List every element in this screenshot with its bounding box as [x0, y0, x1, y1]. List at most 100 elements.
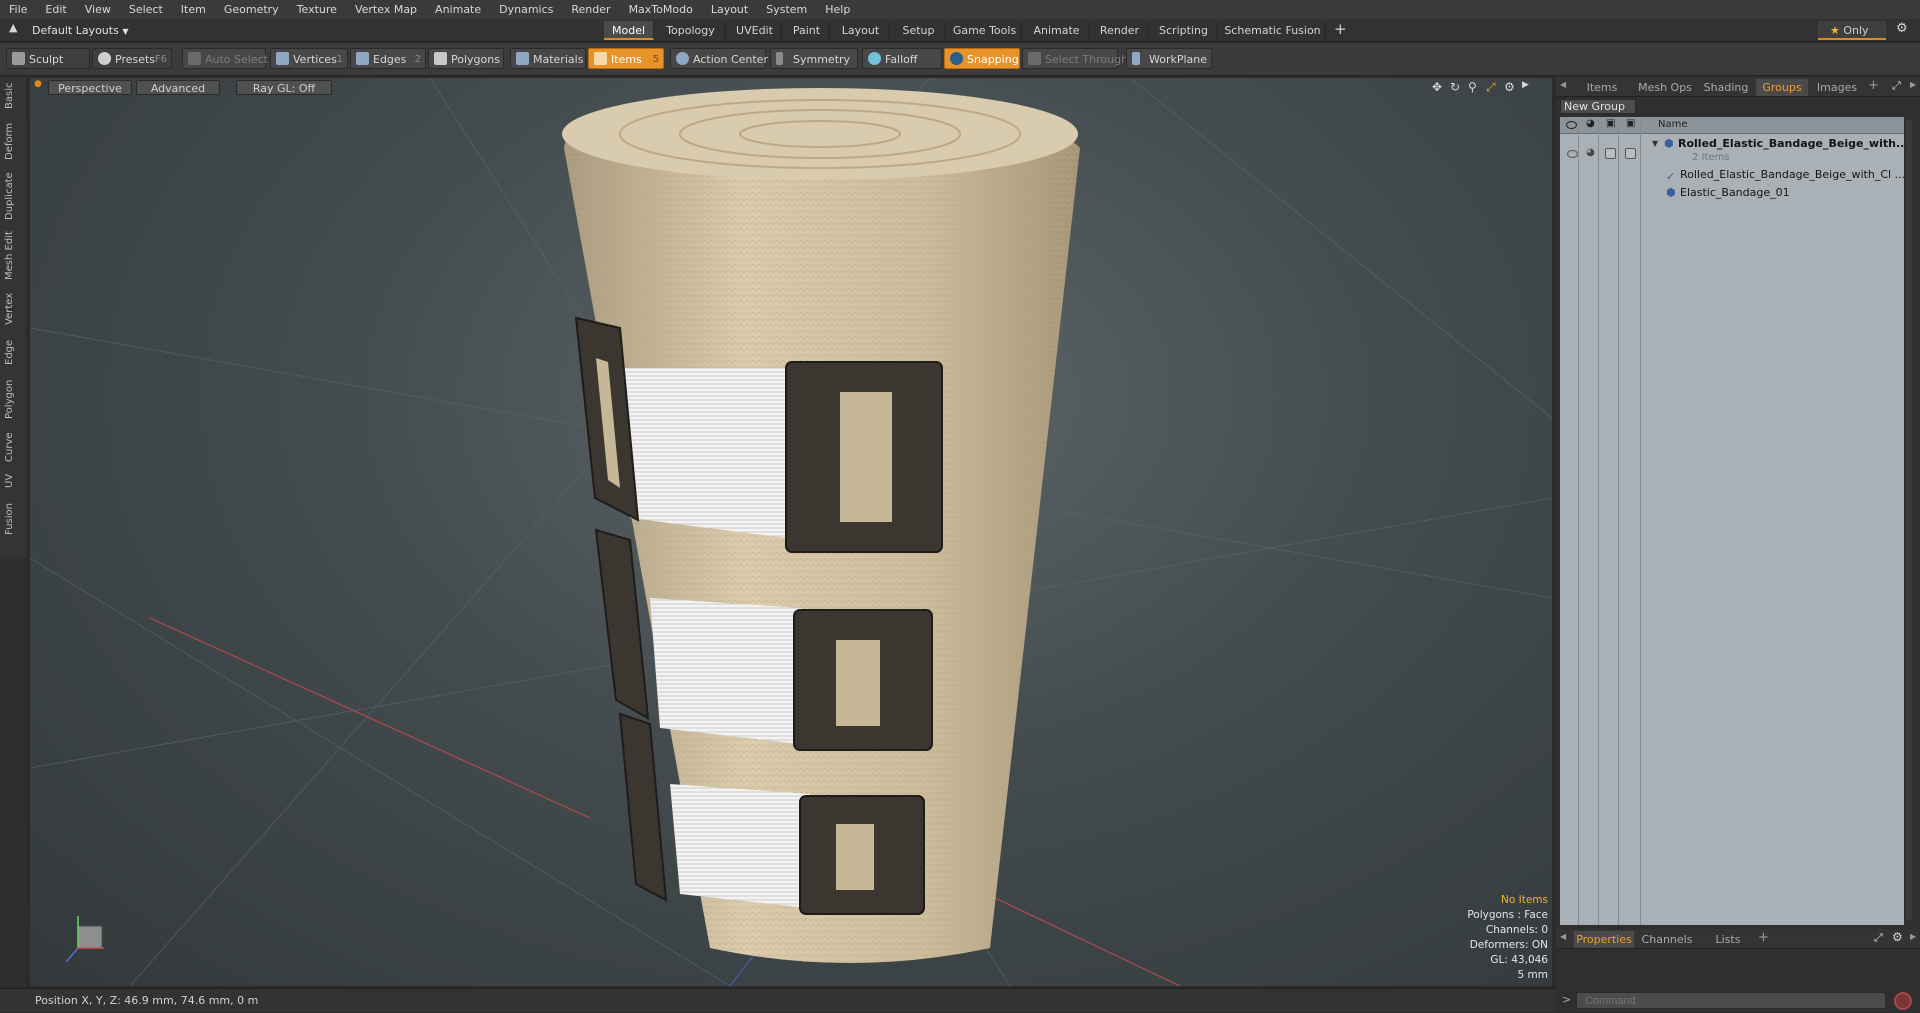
visibility-column-icon[interactable]	[1566, 121, 1577, 129]
tab-uv[interactable]: UV	[4, 471, 20, 491]
panel-menu-icon[interactable]: ◀	[1560, 80, 1566, 89]
menu-view[interactable]: View	[76, 0, 120, 19]
menu-select[interactable]: Select	[120, 0, 172, 19]
expand-icon[interactable]: ⤢	[1874, 931, 1883, 945]
tab-layout[interactable]: Layout	[832, 21, 890, 40]
expand-icon[interactable]: ⤢	[1892, 79, 1901, 93]
collapse-triangle-icon[interactable]: ▼	[1652, 139, 1658, 148]
tab-mesh-edit[interactable]: Mesh Edit	[4, 231, 20, 281]
menu-maxtomodo[interactable]: MaxToModo	[620, 0, 702, 19]
record-icon[interactable]	[1894, 992, 1912, 1010]
select-through-button[interactable]: Select Through	[1022, 48, 1128, 69]
group-row[interactable]: ◕ ▼ ⬢ Rolled_Elastic_Bandage_Beige_with.…	[1560, 136, 1908, 192]
gear-icon[interactable]: ⚙	[1896, 21, 1908, 36]
vertices-button[interactable]: Vertices 1	[270, 48, 348, 69]
tab-game-tools[interactable]: Game Tools	[948, 21, 1022, 40]
menu-help[interactable]: Help	[816, 0, 859, 19]
command-input[interactable]	[1576, 992, 1886, 1009]
menu-item[interactable]: Item	[172, 0, 215, 19]
edges-button[interactable]: Edges 2	[350, 48, 426, 69]
action-center-button[interactable]: Action Center	[670, 48, 768, 69]
tab-shading[interactable]: Shading	[1698, 79, 1754, 96]
tab-paint[interactable]: Paint	[784, 21, 830, 40]
sculpt-button[interactable]: Sculpt	[6, 48, 90, 69]
tab-uvedit[interactable]: UVEdit	[728, 21, 782, 40]
tab-polygon[interactable]: Polygon	[4, 377, 20, 421]
child-item-2[interactable]: Elastic_Bandage_01	[1680, 186, 1790, 199]
tab-basic[interactable]: Basic	[4, 81, 20, 111]
symmetry-button[interactable]: Symmetry	[770, 48, 858, 69]
visibility-eye-icon[interactable]	[1567, 150, 1578, 158]
fit-view-icon[interactable]: ⤢	[1486, 80, 1496, 95]
auto-select-button[interactable]: Auto Select	[182, 48, 268, 69]
viewport-gear-icon[interactable]: ⚙	[1504, 80, 1515, 94]
add-tab-icon[interactable]: +	[1758, 930, 1769, 945]
render-toggle-icon[interactable]: ◕	[1586, 147, 1595, 158]
tab-groups[interactable]: Groups	[1756, 79, 1808, 96]
tab-render[interactable]: Render	[1092, 21, 1148, 40]
menu-texture[interactable]: Texture	[288, 0, 346, 19]
group-name[interactable]: Rolled_Elastic_Bandage_Beige_with...	[1678, 137, 1908, 150]
tab-channels[interactable]: Channels	[1636, 931, 1698, 948]
collapse-icon[interactable]: ▲	[9, 21, 17, 34]
tab-edge[interactable]: Edge	[4, 337, 20, 367]
tab-mesh-ops[interactable]: Mesh Ops	[1634, 79, 1696, 96]
lock-checkbox[interactable]	[1605, 148, 1616, 159]
snapping-button[interactable]: Snapping	[944, 48, 1020, 69]
tab-topology[interactable]: Topology	[656, 21, 726, 40]
tab-deform[interactable]: Deform	[4, 121, 20, 161]
tab-vertex[interactable]: Vertex	[4, 291, 20, 327]
groups-tree[interactable]	[1560, 117, 1904, 925]
add-tab-icon[interactable]: +	[1334, 20, 1347, 38]
lock-column-icon[interactable]: ▣	[1606, 118, 1615, 129]
child-item-1[interactable]: Rolled_Elastic_Bandage_Beige_with_Cl ...	[1680, 168, 1905, 181]
tab-properties[interactable]: Properties	[1574, 931, 1634, 948]
menu-system[interactable]: System	[757, 0, 816, 19]
menu-animate[interactable]: Animate	[426, 0, 490, 19]
falloff-button[interactable]: Falloff	[862, 48, 942, 69]
menu-render[interactable]: Render	[562, 0, 619, 19]
select-column-icon[interactable]: ▣	[1626, 118, 1635, 129]
rotate-view-icon[interactable]: ↻	[1450, 80, 1460, 94]
3d-viewport[interactable]	[30, 78, 1552, 986]
move-view-icon[interactable]: ✥	[1432, 80, 1442, 94]
polygons-button[interactable]: Polygons	[428, 48, 504, 69]
view-perspective-button[interactable]: Perspective	[48, 80, 132, 95]
only-toggle[interactable]: ★ Only	[1818, 21, 1886, 40]
child-row[interactable]: ⬢ Elastic_Bandage_01	[1560, 186, 1904, 202]
tree-scrollbar[interactable]	[1906, 120, 1912, 920]
menu-geometry[interactable]: Geometry	[215, 0, 288, 19]
viewport-more-icon[interactable]: ▶	[1522, 80, 1529, 90]
tab-setup[interactable]: Setup	[892, 21, 946, 40]
add-tab-icon[interactable]: +	[1868, 78, 1879, 93]
tab-animate[interactable]: Animate	[1024, 21, 1090, 40]
tab-scripting[interactable]: Scripting	[1150, 21, 1218, 40]
tab-images[interactable]: Images	[1810, 79, 1864, 96]
layout-selector[interactable]: Default Layouts ▼	[32, 22, 132, 39]
tab-items[interactable]: Items	[1572, 79, 1632, 96]
tab-model[interactable]: Model	[604, 21, 654, 40]
tab-fusion[interactable]: Fusion	[4, 501, 20, 537]
menu-file[interactable]: File	[0, 0, 36, 19]
presets-button[interactable]: Presets F6	[92, 48, 172, 69]
panel-menu-icon[interactable]: ◀	[1560, 932, 1566, 941]
panel-more-icon[interactable]: ▶	[1910, 932, 1916, 941]
materials-button[interactable]: Materials	[510, 48, 586, 69]
items-button[interactable]: Items 5	[588, 48, 664, 69]
shading-advanced-button[interactable]: Advanced	[136, 80, 220, 95]
tab-duplicate[interactable]: Duplicate	[4, 171, 20, 221]
properties-gear-icon[interactable]: ⚙	[1892, 930, 1903, 944]
tab-lists[interactable]: Lists	[1700, 931, 1756, 948]
name-column-header[interactable]: Name	[1658, 119, 1688, 130]
menu-layout[interactable]: Layout	[702, 0, 757, 19]
workplane-button[interactable]: WorkPlane	[1126, 48, 1212, 69]
zoom-icon[interactable]: ⚲	[1468, 80, 1477, 94]
menu-edit[interactable]: Edit	[36, 0, 75, 19]
menu-vertex-map[interactable]: Vertex Map	[346, 0, 426, 19]
render-column-icon[interactable]: ◕	[1586, 118, 1595, 129]
tab-curve[interactable]: Curve	[4, 431, 20, 463]
viewport-menu-icon[interactable]: ●	[34, 79, 42, 89]
select-checkbox[interactable]	[1625, 148, 1636, 159]
raygl-toggle[interactable]: Ray GL: Off	[236, 80, 332, 95]
tab-schematic-fusion[interactable]: Schematic Fusion	[1220, 21, 1326, 40]
